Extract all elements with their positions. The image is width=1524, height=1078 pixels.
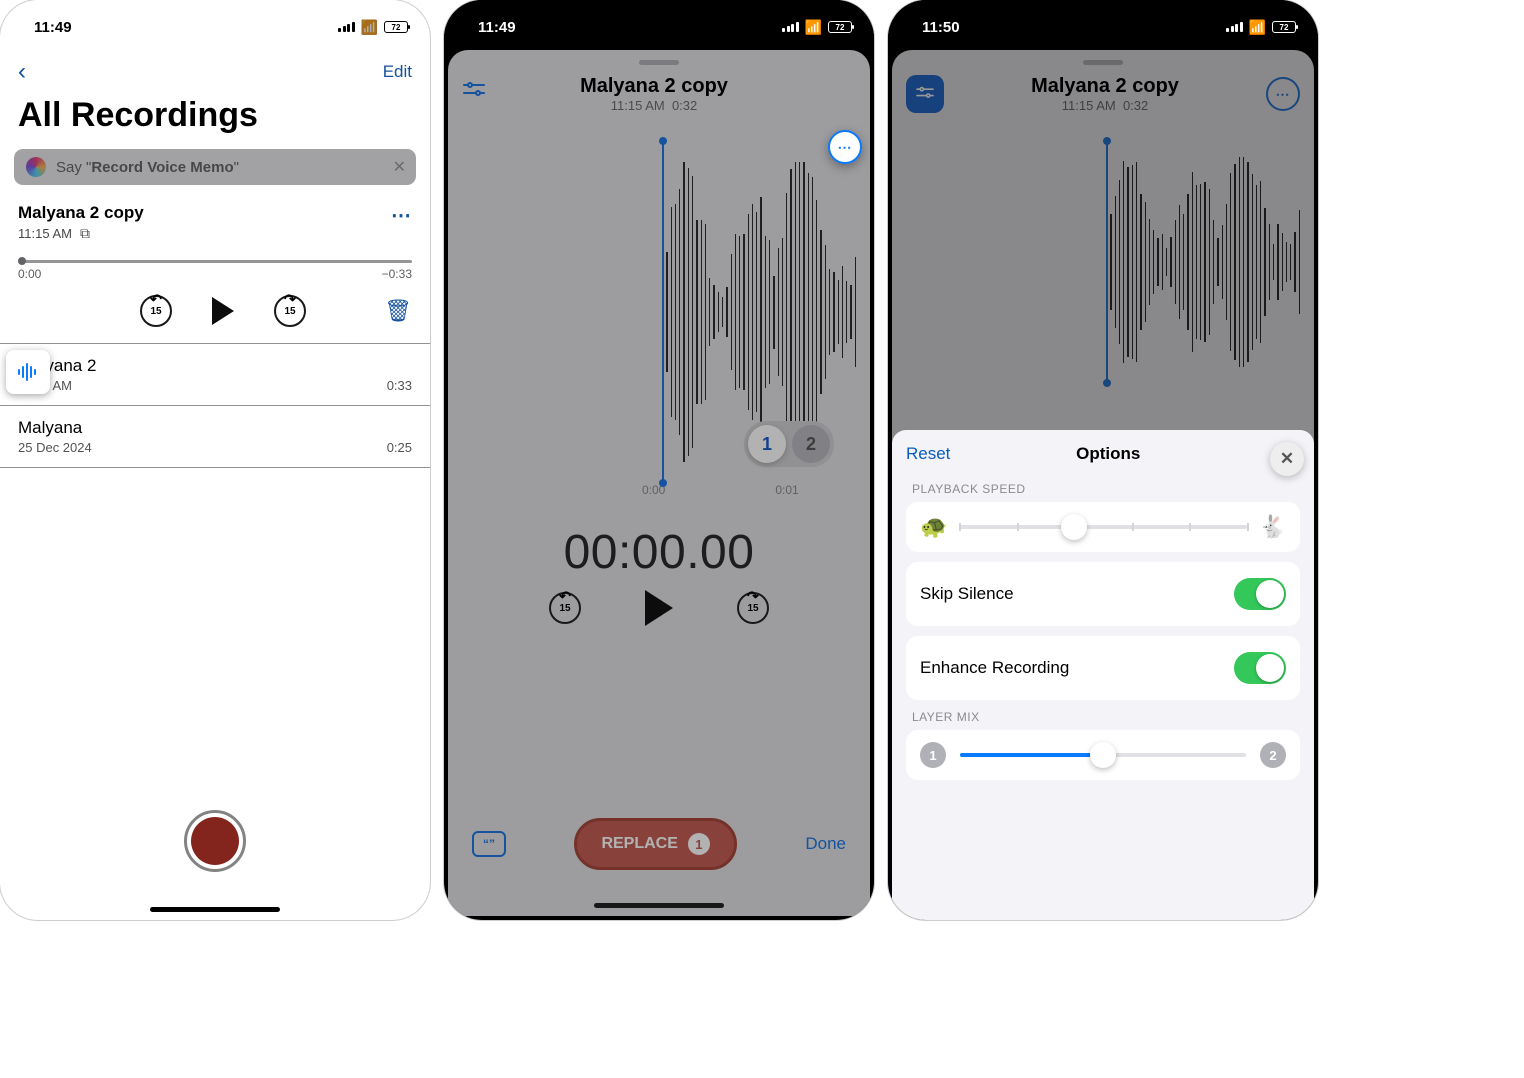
skip-silence-row: Skip Silence [906,562,1300,626]
layer-1-badge: 1 [920,742,946,768]
sheet-handle[interactable] [1083,60,1123,65]
recording-duration: 0:33 [387,378,412,393]
options-sheet: Reset Options PLAYBACK SPEED 🐢 🐇 [892,430,1314,920]
status-time: 11:49 [34,19,72,36]
recording-item[interactable]: Malyana 2 11:14 AM 0:33 [0,344,430,406]
status-bar: 11:49 📶 72 [444,0,874,44]
replace-layer-badge: 1 [688,833,710,855]
cellular-icon [338,22,355,32]
reset-button[interactable]: Reset [906,444,950,464]
recording-name: Malyana 2 copy [18,203,144,223]
siri-suggestion[interactable]: Say "Record Voice Memo" ✕ [14,149,416,185]
battery-icon: 72 [384,21,408,33]
remaining-time: −0:33 [382,267,412,281]
skip-forward-15-button[interactable]: 15 [737,592,769,624]
status-bar: 11:50 📶 72 [888,0,1318,44]
play-button[interactable] [645,590,673,626]
time-tick: 0:01 [775,483,798,497]
status-time: 11:50 [922,19,960,36]
recording-item-expanded: Malyana 2 copy 11:15 AM ⧉ ⋯ 0:00 −0:33 1… [0,195,430,344]
layer-1-button[interactable]: 1 [748,425,786,463]
recording-title: Malyana 2 copy [1031,75,1179,98]
edit-button[interactable]: Edit [383,62,412,82]
sheet-handle[interactable] [639,60,679,65]
play-button[interactable] [212,297,234,325]
skip-silence-toggle[interactable] [1234,578,1286,610]
back-button[interactable]: ‹ [18,58,26,86]
status-bar: 11:49 📶 72 [0,0,430,44]
speed-thumb[interactable] [1061,514,1087,540]
playhead [1106,141,1108,383]
options-title: Options [1076,444,1140,464]
layer-2-button[interactable]: 2 [792,425,830,463]
options-button[interactable] [462,81,486,107]
home-indicator [594,903,724,908]
waveform-edit-button[interactable] [6,350,50,394]
playback-speed-slider[interactable]: 🐢 🐇 [920,514,1286,540]
wifi-icon: 📶 [1249,19,1266,36]
recording-duration: 0:25 [387,440,412,455]
wifi-icon: 📶 [805,19,822,36]
transcript-button[interactable]: “” [472,831,506,857]
section-playback-speed: PLAYBACK SPEED [912,482,1294,496]
enhance-recording-label: Enhance Recording [920,658,1069,678]
scrubber[interactable] [18,260,412,263]
recording-name: Malyana [18,418,92,438]
skip-silence-label: Skip Silence [920,584,1014,604]
replace-button[interactable]: REPLACE 1 [574,818,736,870]
hare-icon: 🐇 [1259,514,1286,540]
layer-selector[interactable]: 1 2 [744,421,834,467]
close-options-button[interactable]: ✕ [1270,442,1304,476]
more-button[interactable]: ⋯ [1266,77,1300,111]
status-time: 11:49 [478,19,516,36]
timecode: 00:00.00 [448,525,870,580]
recording-time: 11:15 AM [18,226,72,241]
home-indicator [150,907,280,912]
section-layer-mix: LAYER MIX [912,710,1294,724]
enhance-recording-toggle[interactable] [1234,652,1286,684]
record-button[interactable] [184,810,246,872]
delete-button[interactable]: 🗑 [384,298,412,324]
cellular-icon [1226,22,1243,32]
recording-title: Malyana 2 copy [580,75,728,98]
tortoise-icon: 🐢 [920,514,947,540]
skip-forward-15-button[interactable]: 15 [274,295,306,327]
siri-icon [26,157,46,177]
more-button[interactable]: ⋯ [828,130,862,164]
playhead[interactable] [662,141,664,483]
elapsed-time: 0:00 [18,267,41,281]
wifi-icon: 📶 [361,19,378,36]
status-indicators: 📶 72 [338,19,408,36]
page-title: All Recordings [0,92,430,145]
options-button-active[interactable] [906,75,944,113]
mix-thumb[interactable] [1090,742,1116,768]
layers-icon: ⧉ [80,225,90,242]
cellular-icon [782,22,799,32]
waveform-view[interactable]: 1 2 [462,147,856,477]
done-button[interactable]: Done [805,834,846,854]
battery-icon: 72 [828,21,852,33]
more-button[interactable]: ⋯ [391,203,412,228]
recording-item[interactable]: Malyana 25 Dec 2024 0:25 [0,406,430,468]
enhance-recording-row: Enhance Recording [906,636,1300,700]
layer-2-badge: 2 [1260,742,1286,768]
layer-mix-slider[interactable]: 1 2 [920,742,1286,768]
battery-icon: 72 [1272,21,1296,33]
skip-back-15-button[interactable]: 15 [549,592,581,624]
close-icon[interactable]: ✕ [393,157,406,177]
recording-meta: 25 Dec 2024 [18,440,92,455]
waveform-view [906,147,1300,377]
skip-back-15-button[interactable]: 15 [140,295,172,327]
